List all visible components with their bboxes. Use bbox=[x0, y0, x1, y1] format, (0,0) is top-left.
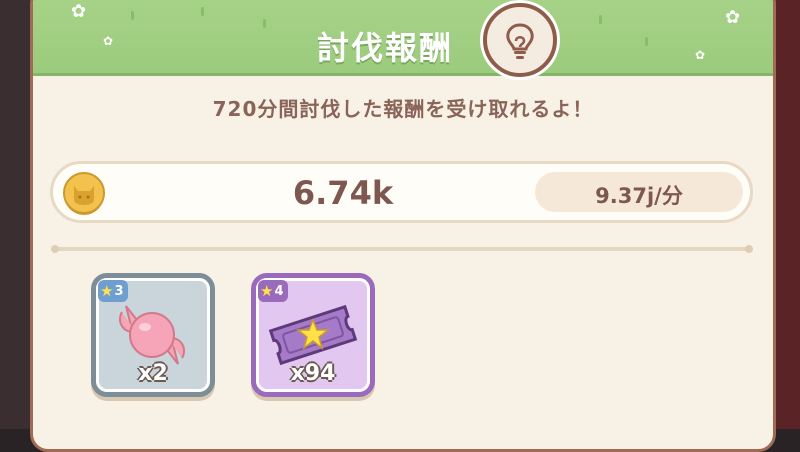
divider bbox=[51, 245, 753, 253]
dialog-title: 討伐報酬 bbox=[316, 29, 453, 67]
cat-coin-icon bbox=[63, 172, 105, 215]
rate-pill: 9.37j/分 bbox=[535, 172, 743, 212]
reward-message: 720分間討伐した報酬を受け取れるよ！ bbox=[212, 97, 594, 121]
idea-lightbulb-icon bbox=[483, 3, 557, 77]
reward-item-ticket[interactable]: ★ 4 x94 bbox=[251, 273, 375, 397]
flower-decoration-icon: ✿ bbox=[725, 7, 741, 28]
reward-item-candy[interactable]: ★ 3 x2 bbox=[91, 273, 215, 397]
grass-decoration bbox=[263, 19, 266, 28]
star-icon: ★ bbox=[260, 281, 274, 300]
rarity-tag: ★ 3 bbox=[98, 280, 128, 302]
reward-rate: 9.37j/分 bbox=[595, 184, 683, 208]
item-quantity: x94 bbox=[290, 361, 336, 386]
item-quantity: x2 bbox=[138, 361, 168, 386]
grass-decoration bbox=[131, 11, 134, 20]
grass-decoration bbox=[201, 7, 204, 16]
rarity-value: 3 bbox=[114, 283, 124, 299]
star-icon: ★ bbox=[100, 281, 114, 300]
grass-decoration bbox=[645, 37, 648, 46]
reward-amount-bar: 6.74k 9.37j/分 bbox=[50, 161, 753, 223]
rarity-value: 4 bbox=[274, 283, 284, 299]
rarity-tag: ★ 4 bbox=[258, 280, 288, 302]
reward-dialog: ✿ ✿ ✿ ✿ 討伐報酬 720分間討伐した報酬を受け取れるよ！ 6.74k 9… bbox=[30, 0, 776, 452]
dialog-header: ✿ ✿ ✿ ✿ 討伐報酬 bbox=[33, 0, 773, 77]
flower-decoration-icon: ✿ bbox=[71, 1, 87, 22]
flower-decoration-icon: ✿ bbox=[695, 48, 706, 62]
flower-decoration-icon: ✿ bbox=[103, 34, 114, 48]
grass-decoration bbox=[599, 15, 602, 24]
reward-amount: 6.74k bbox=[292, 174, 394, 212]
